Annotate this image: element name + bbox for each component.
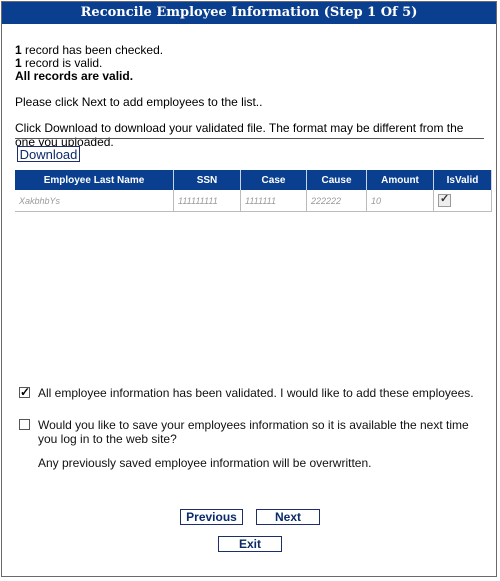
table-header-row: Employee Last Name SSN Case Cause Amount… <box>15 170 492 190</box>
table-row: XakbhbYs 111111111 1111111 222222 10 <box>15 190 492 212</box>
cell-amount: 10 <box>366 190 434 212</box>
add-employees-label: All employee information has been valida… <box>38 386 474 400</box>
exit-button[interactable]: Exit <box>218 536 282 552</box>
cell-isvalid <box>433 190 492 212</box>
download-button[interactable]: Download <box>17 146 80 162</box>
cell-case: 1111111 <box>240 190 307 212</box>
cell-last-name: XakbhbYs <box>15 190 174 212</box>
save-info-label: Would you like to save your employees in… <box>38 418 469 446</box>
isvalid-checkbox <box>438 192 451 207</box>
header-last-name[interactable]: Employee Last Name <box>15 170 174 190</box>
cell-ssn: 111111111 <box>173 190 241 212</box>
page-title: Reconcile Employee Information (Step 1 O… <box>2 2 496 24</box>
next-instruction: Please click Next to add employees to th… <box>15 95 263 109</box>
download-instruction: Click Download to download your validate… <box>15 121 464 149</box>
header-case[interactable]: Case <box>240 170 307 190</box>
summary-section: 1 record has been checked. 1 record is v… <box>15 44 485 150</box>
add-employees-checkbox[interactable] <box>19 385 30 399</box>
next-button[interactable]: Next <box>256 509 320 525</box>
header-cause[interactable]: Cause <box>306 170 367 190</box>
divider <box>15 138 484 139</box>
all-valid-message: All records are valid. <box>15 69 134 83</box>
previous-button[interactable]: Previous <box>180 509 243 525</box>
save-info-checkbox[interactable] <box>19 419 30 430</box>
header-amount[interactable]: Amount <box>366 170 434 190</box>
employee-table: Employee Last Name SSN Case Cause Amount… <box>15 170 492 212</box>
header-ssn[interactable]: SSN <box>173 170 241 190</box>
cell-cause: 222222 <box>306 190 367 212</box>
header-isvalid[interactable]: IsValid <box>433 170 492 190</box>
